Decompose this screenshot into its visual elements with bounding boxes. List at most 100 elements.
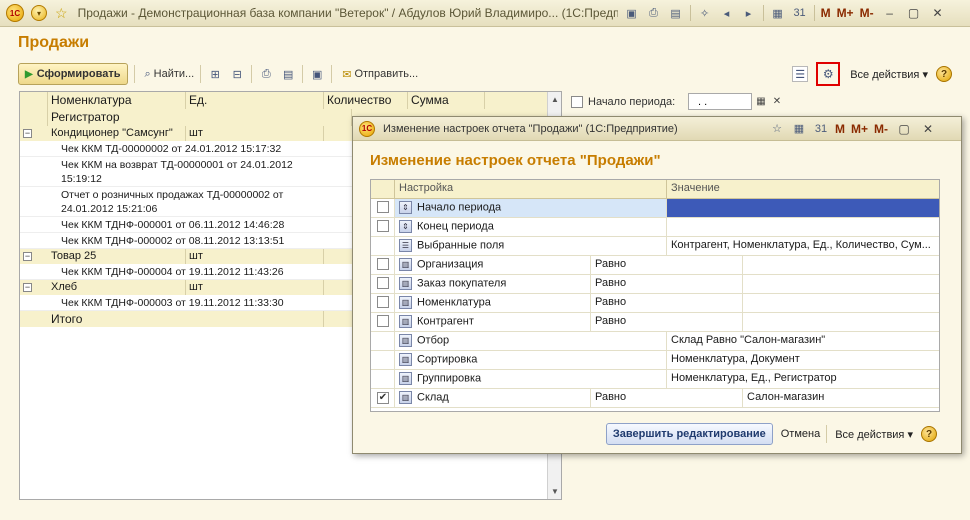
cancel-button[interactable]: Отмена [781,428,820,440]
settings-table[interactable]: Настройка Значение ⇕ Начало периода ⇕ Конец… [370,179,940,412]
settings-row[interactable]: ⇕ Начало периода [371,199,939,218]
setting-condition-cell[interactable]: Равно [591,275,743,293]
send-label: Отправить... [354,68,419,80]
clear-icon[interactable]: ✕ [770,95,784,109]
settings-row[interactable]: ▥ Организация Равно [371,256,939,275]
close-icon[interactable]: ✕ [930,5,946,21]
settings-row[interactable]: ▥ Заказ покупателя Равно [371,275,939,294]
settings-row[interactable]: ▥ Отбор Склад Равно "Салон-магазин" [371,332,939,351]
settings-row[interactable]: ▥ Номенклатура Равно [371,294,939,313]
save-icon[interactable]: ▣ [624,5,640,21]
setting-value-cell[interactable]: Номенклатура, Ед., Регистратор [667,370,939,388]
window-title: Продажи - Демонстрационная база компании… [77,6,618,20]
settings-table-header: Настройка Значение [371,180,939,199]
setting-name-cell: ▥ Сортировка [395,351,667,369]
setting-condition-cell[interactable]: Равно [591,256,743,274]
setting-value-cell[interactable] [743,313,939,331]
dialog-all-actions-menu[interactable]: Все действия ▾ [835,428,913,441]
setting-value-cell[interactable] [743,294,939,312]
scroll-down-icon[interactable]: ▼ [548,484,561,499]
dialog-titlebar: 1С Изменение настроек отчета "Продажи" (… [353,117,961,141]
setting-value-cell[interactable] [667,199,939,217]
setting-condition-cell[interactable]: Равно [591,389,743,407]
row-use-checkbox[interactable] [377,258,389,270]
expand-all-icon[interactable]: ⊞ [207,66,223,82]
find-button[interactable]: ⌕ Найти... [145,68,195,81]
setting-value-cell[interactable] [743,275,939,293]
generate-button[interactable]: ▶ Сформировать [18,63,128,85]
setting-value-cell[interactable]: Номенклатура, Документ [667,351,939,369]
setting-condition-cell[interactable]: Равно [591,313,743,331]
settings-row[interactable]: ▥ Сортировка Номенклатура, Документ [371,351,939,370]
all-actions-menu[interactable]: Все действия ▾ [850,68,928,81]
setting-value-cell[interactable] [743,256,939,274]
settings-row[interactable]: ▥ Группировка Номенклатура, Ед., Регистрат… [371,370,939,389]
calculator-icon[interactable]: ▦ [770,5,786,21]
add-favorite-icon[interactable]: ✧ [697,5,713,21]
setting-value-cell[interactable] [667,218,939,236]
print-preview-icon[interactable]: ▤ [280,66,296,82]
registrar-cell: Отчет о розничных продажах ТД-00000002 о… [58,187,324,216]
settings-row[interactable]: ⇕ Конец периода [371,218,939,237]
memory-m-button[interactable]: M [821,6,831,20]
collapse-all-icon[interactable]: ⊟ [229,66,245,82]
settings-row[interactable]: ▥ Контрагент Равно [371,313,939,332]
maximize-icon[interactable]: ▢ [896,121,912,137]
header-setting[interactable]: Настройка [395,180,667,198]
print-icon[interactable]: ⎙ [646,5,662,21]
page-title: Продажи [18,34,90,51]
back-icon[interactable]: ◂ [719,5,735,21]
calendar-icon[interactable]: 31 [792,5,808,21]
close-icon[interactable]: ✕ [920,121,936,137]
memory-m-plus-button[interactable]: M+ [851,122,868,136]
row-use-checkbox[interactable]: ✔ [377,391,389,404]
memory-m-minus-button[interactable]: M- [860,6,874,20]
setting-condition-cell[interactable]: Равно [591,294,743,312]
setting-value-cell[interactable]: Склад Равно "Салон-магазин" [667,332,939,350]
main-menu-icon[interactable]: ▾ [31,5,47,21]
settings-row[interactable]: ✔ ▥ Склад Равно Салон-магазин [371,389,939,408]
memory-m-plus-button[interactable]: M+ [837,6,854,20]
row-use-checkbox[interactable] [377,277,389,289]
report-settings-icon[interactable]: ⚙ [816,62,841,86]
setting-name: Выбранные поля [417,239,505,252]
row-use-checkbox[interactable] [377,315,389,327]
preview-icon[interactable]: ▤ [668,5,684,21]
minimize-icon[interactable]: – [882,5,898,21]
collapse-toggle-icon[interactable]: − [23,129,32,138]
row-use-checkbox[interactable] [377,201,389,213]
forward-icon[interactable]: ▸ [741,5,757,21]
favorites-star-icon[interactable]: ☆ [55,5,68,22]
row-use-checkbox[interactable] [377,296,389,308]
finish-editing-button[interactable]: Завершить редактирование [605,423,773,445]
report-view-icon[interactable]: ☰ [792,66,809,82]
maximize-icon[interactable]: ▢ [906,5,922,21]
period-start-checkbox[interactable] [571,95,583,108]
setting-name: Отбор [417,334,450,347]
scroll-up-icon[interactable]: ▲ [548,92,561,107]
save-icon[interactable]: ▣ [309,66,325,82]
memory-m-button[interactable]: M [835,122,845,136]
setting-value-cell[interactable]: Салон-магазин [743,389,939,407]
calendar-icon[interactable]: 31 [813,121,829,137]
header-value[interactable]: Значение [667,180,939,198]
row-use-checkbox[interactable] [377,220,389,232]
collapse-toggle-icon[interactable]: − [23,283,32,292]
total-label: Итого [48,311,324,327]
group-name: Хлеб [48,280,186,295]
dialog-all-actions-label: Все действия [835,428,905,441]
settings-row[interactable]: ☰ Выбранные поля Контрагент, Номенклатура,… [371,237,939,256]
find-label: Найти... [153,68,195,80]
app-logo-icon[interactable]: 1С [6,4,24,22]
calendar-icon[interactable]: ▦ [754,95,768,109]
print-icon[interactable]: ⎙ [258,66,274,82]
help-icon[interactable]: ? [936,66,952,82]
add-favorite-icon[interactable]: ☆ [769,121,785,137]
send-button[interactable]: ✉ Отправить... [342,68,418,81]
collapse-toggle-icon[interactable]: − [23,252,32,261]
memory-m-minus-button[interactable]: M- [874,122,888,136]
help-icon[interactable]: ? [921,426,937,442]
period-start-input[interactable] [688,93,752,110]
calculator-icon[interactable]: ▦ [791,121,807,137]
setting-value-cell[interactable]: Контрагент, Номенклатура, Ед., Количеств… [667,237,939,255]
